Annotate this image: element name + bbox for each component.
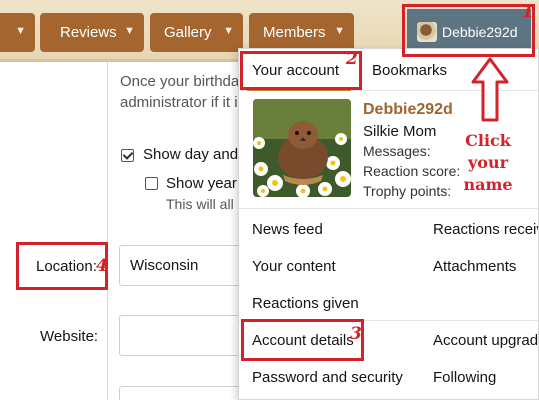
menu-link-your-content[interactable]: Your content <box>252 258 336 275</box>
location-value: Wisconsin <box>130 257 199 274</box>
nav-tab-label: Gallery <box>164 24 212 41</box>
annotation-number-1: 1 <box>522 2 534 22</box>
annotation-click-your-name: Click your name <box>458 130 518 196</box>
chevron-down-icon[interactable]: ▼ <box>334 25 345 37</box>
birthday-note-line2: administrator if it i <box>120 94 238 111</box>
next-field[interactable] <box>119 386 249 400</box>
menu-link-attachments[interactable]: Attachments <box>433 258 516 275</box>
annotation-box-account-details <box>241 319 364 361</box>
annotation-box-location <box>16 242 108 290</box>
annotation-text-line: Click <box>465 131 511 150</box>
tab-bookmarks[interactable]: Bookmarks <box>372 62 447 79</box>
birthday-note-line1: Once your birthda <box>120 73 240 90</box>
menu-link-account-upgrades[interactable]: Account upgrad <box>433 332 538 349</box>
website-label: Website: <box>40 328 99 345</box>
annotation-box-your-account <box>240 51 362 90</box>
annotation-text-line: your <box>467 153 509 172</box>
website-field[interactable] <box>119 315 249 356</box>
show-year-note: This will all <box>166 196 234 212</box>
arrow-up-icon <box>471 57 509 122</box>
chevron-down-icon[interactable]: ▼ <box>223 25 234 37</box>
form-divider <box>107 62 108 400</box>
show-day-label: Show day and <box>143 146 239 163</box>
menu-link-reactions-received[interactable]: Reactions receiv <box>433 221 538 238</box>
menu-divider <box>239 208 538 209</box>
nav-tab-partial[interactable]: ▼ <box>0 13 35 52</box>
profile-user-title: Silkie Mom <box>363 123 437 140</box>
show-day-checkbox[interactable] <box>121 149 134 162</box>
show-year-checkbox[interactable] <box>145 177 158 190</box>
annotation-text-line: name <box>463 175 513 194</box>
trophy-points-label: Trophy points: <box>363 183 452 199</box>
location-field[interactable]: Wisconsin <box>119 245 249 286</box>
profile-username-link[interactable]: Debbie292d <box>363 101 453 119</box>
nav-tab-label: Reviews <box>60 24 117 41</box>
menu-link-news-feed[interactable]: News feed <box>252 221 323 238</box>
nav-tab-label: Members <box>263 24 326 41</box>
annotation-number-3: 3 <box>350 324 362 344</box>
nav-tab-gallery[interactable]: Gallery ▼ <box>150 13 243 52</box>
profile-avatar-image[interactable] <box>253 99 351 197</box>
nav-tab-reviews[interactable]: Reviews ▼ <box>40 13 144 52</box>
chevron-down-icon[interactable]: ▼ <box>124 25 135 37</box>
menu-link-reactions-given[interactable]: Reactions given <box>252 295 359 312</box>
reaction-score-label: Reaction score: <box>363 163 461 179</box>
show-year-label: Show year <box>166 175 237 192</box>
annotation-box-username <box>402 4 535 57</box>
menu-link-following[interactable]: Following <box>433 369 496 386</box>
chevron-down-icon[interactable]: ▼ <box>15 25 26 37</box>
annotation-number-2: 2 <box>346 49 358 69</box>
nav-tab-members[interactable]: Members ▼ <box>249 13 354 52</box>
menu-link-password-security[interactable]: Password and security <box>252 369 403 386</box>
annotation-number-4: 4 <box>96 256 108 276</box>
messages-label: Messages: <box>363 143 431 159</box>
